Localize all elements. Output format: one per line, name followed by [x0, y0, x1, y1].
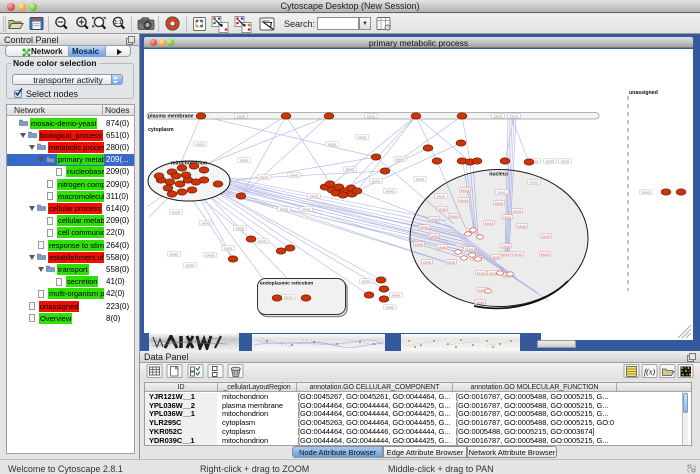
svg-text:xxxxx: xxxxx	[172, 211, 181, 215]
svg-text:xxxxx: xxxxx	[461, 189, 470, 193]
svg-text:xxxxx: xxxxx	[224, 247, 233, 251]
svg-text:xxxxx: xxxxx	[237, 115, 246, 119]
svg-text:xxxxx: xxxxx	[437, 195, 446, 199]
svg-text:xxxxx: xxxxx	[170, 253, 179, 257]
svg-text:xxxxx: xxxxx	[513, 210, 522, 214]
svg-text:xxxxx: xxxxx	[258, 240, 267, 244]
svg-text:xxxxx: xxxxx	[503, 216, 512, 220]
svg-text:xxxxx: xxxxx	[541, 253, 550, 257]
svg-text:xxxxx: xxxxx	[280, 208, 289, 212]
svg-text:xxxxx: xxxxx	[518, 225, 527, 229]
svg-text:f(x): f(x)	[644, 368, 655, 377]
svg-text:xxxxx: xxxxx	[438, 246, 447, 250]
svg-text:xxxxx: xxxxx	[415, 243, 424, 247]
svg-text:xxxxx: xxxxx	[240, 159, 249, 163]
svg-text:xxxxx: xxxxx	[495, 202, 504, 206]
svg-text:xxxxx: xxxxx	[396, 158, 405, 162]
svg-text:xxxxx: xxxxx	[502, 245, 511, 249]
svg-text:xxxxx: xxxxx	[477, 272, 486, 276]
svg-text:xxxxx: xxxxx	[202, 222, 211, 226]
svg-text:xxxxx: xxxxx	[386, 190, 395, 194]
svg-text:xxxxx: xxxxx	[465, 248, 474, 252]
svg-text:xxxxx: xxxxx	[284, 296, 293, 300]
svg-text:xxxxx: xxxxx	[546, 160, 555, 164]
svg-text:xxxxx: xxxxx	[362, 280, 371, 284]
svg-text:xxxxx: xxxxx	[196, 143, 205, 147]
svg-text:xxxxx: xxxxx	[386, 306, 395, 310]
svg-text:xxxxx: xxxxx	[450, 215, 459, 219]
svg-text:xxxxx: xxxxx	[485, 222, 494, 226]
svg-text:xxxxx: xxxxx	[236, 227, 245, 231]
svg-text:xxxxx: xxxxx	[372, 180, 381, 184]
svg-text:xxxxx: xxxxx	[420, 226, 429, 230]
svg-text:unassigned: unassigned	[629, 90, 658, 96]
svg-text:xxxxx: xxxxx	[367, 115, 376, 119]
svg-text:endoplasmic reticulum: endoplasmic reticulum	[260, 281, 314, 287]
svg-text:xxxxx: xxxxx	[416, 178, 425, 182]
svg-text:xxxxx: xxxxx	[510, 115, 519, 119]
svg-text:xxxxx: xxxxx	[310, 195, 319, 199]
svg-text:xxxxx: xxxxx	[501, 253, 510, 257]
svg-text:plasma membrane: plasma membrane	[148, 114, 194, 120]
svg-text:xxxxx: xxxxx	[392, 294, 401, 298]
svg-text:xxxxx: xxxxx	[447, 261, 456, 265]
svg-text:xxxxx: xxxxx	[642, 191, 651, 195]
svg-text:xxxxx: xxxxx	[530, 181, 539, 185]
svg-text:xxxxx: xxxxx	[430, 218, 439, 222]
svg-text:xxxxx: xxxxx	[492, 256, 501, 260]
svg-text:xxxxx: xxxxx	[494, 115, 503, 119]
svg-text:xxxxx: xxxxx	[206, 254, 215, 258]
svg-text:nucleus: nucleus	[489, 172, 509, 178]
svg-text:xxxxx: xxxxx	[476, 301, 485, 305]
svg-text:xxxxx: xxxxx	[346, 168, 355, 172]
svg-text:xxxxx: xxxxx	[328, 143, 337, 147]
svg-text:xxxxx: xxxxx	[460, 199, 469, 203]
svg-text:xxxxx: xxxxx	[358, 136, 367, 140]
svg-text:xxxxx: xxxxx	[186, 264, 195, 268]
svg-text:xxxxx: xxxxx	[290, 174, 299, 178]
svg-text:xxxxx: xxxxx	[438, 208, 447, 212]
svg-text:xxxxx: xxxxx	[430, 235, 439, 239]
svg-text:xxxxx: xxxxx	[302, 208, 311, 212]
svg-text:1:1: 1:1	[114, 20, 121, 26]
svg-text:xxxxx: xxxxx	[561, 160, 570, 164]
svg-text:xxxxx: xxxxx	[489, 272, 498, 276]
svg-text:xxxxx: xxxxx	[423, 261, 432, 265]
svg-text:xxxxx: xxxxx	[542, 235, 551, 239]
svg-text:xxxxx: xxxxx	[498, 191, 507, 195]
svg-text:cytoplasm: cytoplasm	[148, 127, 174, 133]
svg-text:xxxxx: xxxxx	[260, 176, 269, 180]
svg-text:xxxxx: xxxxx	[514, 253, 523, 257]
